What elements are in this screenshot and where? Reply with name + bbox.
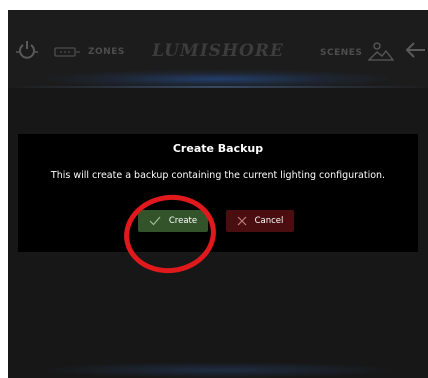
zones-icon bbox=[54, 43, 80, 62]
cancel-button[interactable]: Cancel bbox=[226, 210, 294, 232]
zones-nav-button[interactable]: ZONES bbox=[54, 44, 125, 60]
dialog-message: This will create a backup containing the… bbox=[50, 170, 386, 181]
nav-divider bbox=[8, 86, 428, 88]
power-icon bbox=[16, 40, 38, 64]
scenes-nav-button[interactable]: SCENES bbox=[320, 40, 395, 66]
dialog-title: Create Backup bbox=[172, 142, 264, 155]
zones-label: ZONES bbox=[88, 47, 125, 57]
back-button[interactable] bbox=[404, 40, 426, 64]
lumishore-logo: LUMISHORE bbox=[152, 41, 284, 61]
scenes-icon bbox=[367, 40, 395, 66]
top-nav-bar: ZONES LUMISHORE SCENES bbox=[8, 10, 428, 88]
close-icon bbox=[237, 216, 247, 226]
cancel-button-label: Cancel bbox=[254, 216, 284, 226]
bottom-glow bbox=[38, 362, 398, 378]
back-icon bbox=[405, 41, 425, 63]
power-button[interactable] bbox=[12, 40, 42, 64]
create-backup-dialog: Create Backup This will create a backup … bbox=[18, 134, 418, 252]
scenes-label: SCENES bbox=[320, 48, 363, 58]
